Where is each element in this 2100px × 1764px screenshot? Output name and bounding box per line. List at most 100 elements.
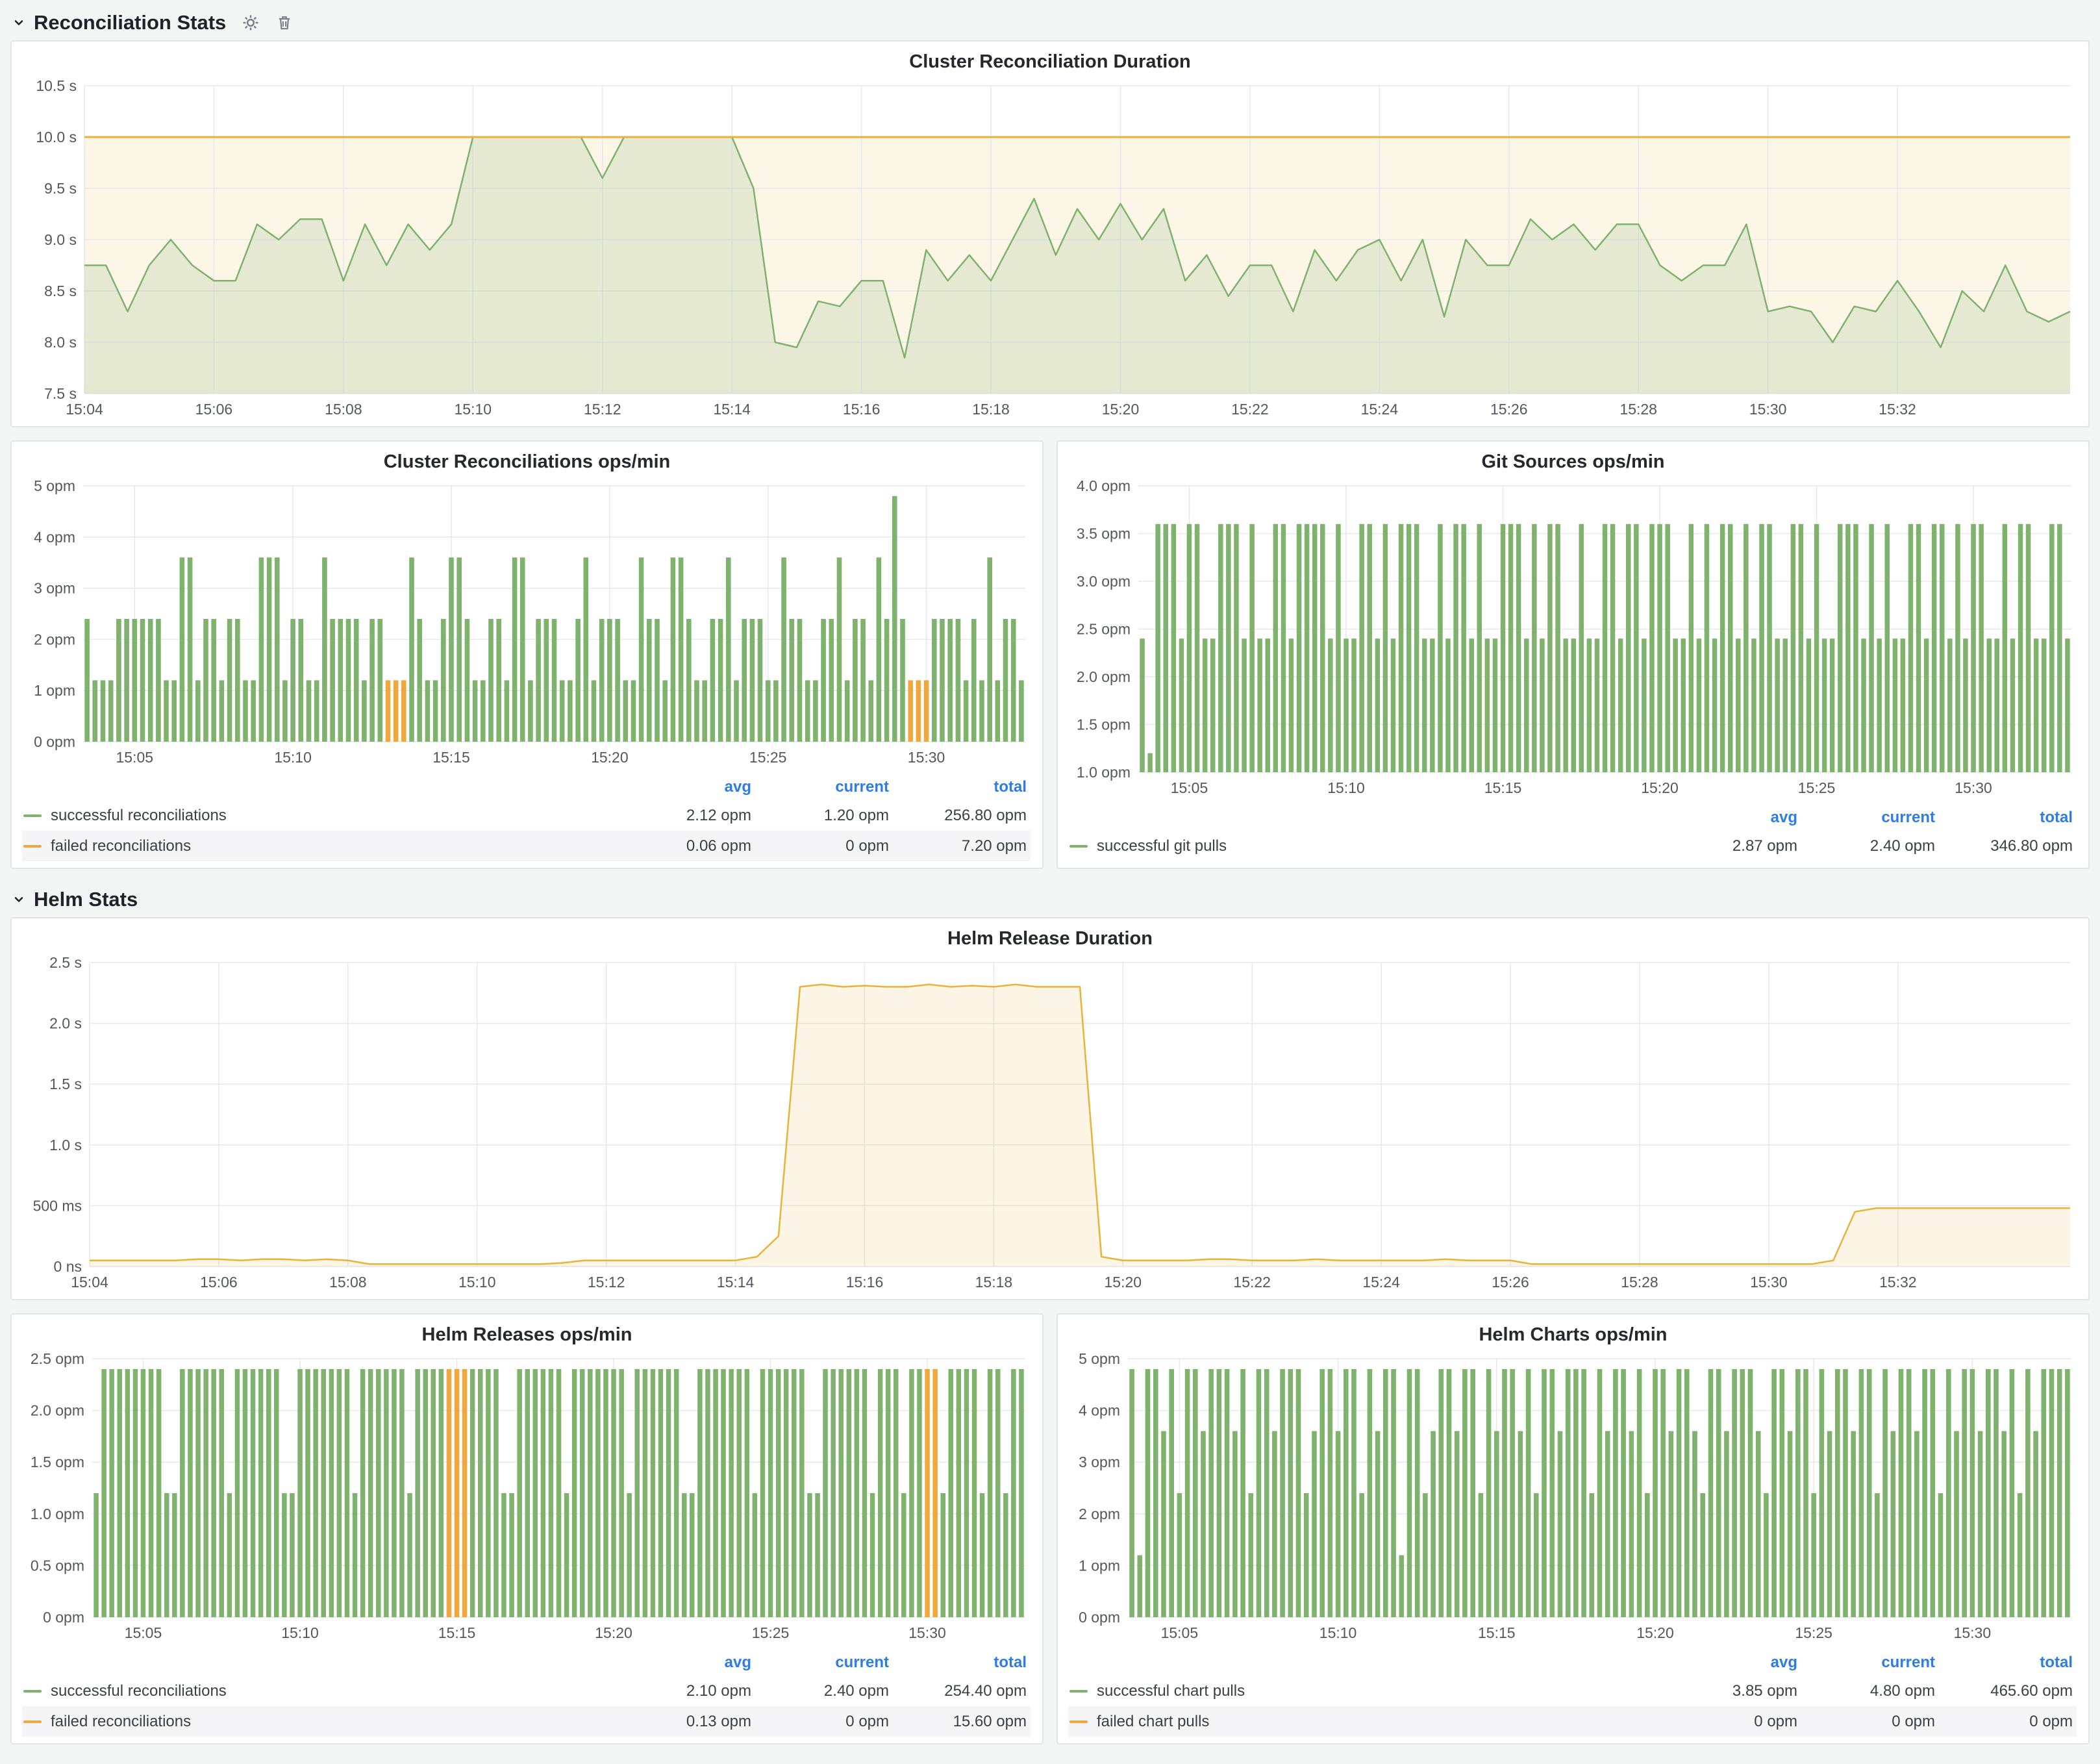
svg-text:3 opm: 3 opm xyxy=(1079,1454,1120,1470)
gear-icon[interactable] xyxy=(238,10,264,36)
series-color-dash xyxy=(23,1720,42,1723)
svg-text:1.5 s: 1.5 s xyxy=(49,1076,82,1092)
svg-text:10.5 s: 10.5 s xyxy=(36,77,77,94)
svg-text:15:05: 15:05 xyxy=(1171,779,1208,796)
svg-text:2.5 opm: 2.5 opm xyxy=(31,1350,84,1367)
trash-icon[interactable] xyxy=(271,10,297,36)
panel-cluster-reconciliations-ops: Cluster Reconciliations ops/min 5 opm4 o… xyxy=(10,440,1044,869)
svg-text:4.0 opm: 4.0 opm xyxy=(1077,477,1131,494)
svg-text:15:10: 15:10 xyxy=(281,1624,319,1641)
series-label[interactable]: successful git pulls xyxy=(1097,837,1227,855)
series-color-dash xyxy=(23,814,42,817)
legend-row: successful chart pulls3.85 opm4.80 opm46… xyxy=(1068,1676,2077,1706)
svg-text:1.0 opm: 1.0 opm xyxy=(1077,764,1131,781)
svg-text:15:05: 15:05 xyxy=(125,1624,162,1641)
legend-value: 15.60 opm xyxy=(892,1713,1029,1731)
chart-helm-release-duration[interactable]: 2.5 s2.0 s1.5 s1.0 s500 ms0 ns15:0415:06… xyxy=(19,953,2081,1295)
svg-text:1 opm: 1 opm xyxy=(1079,1557,1120,1574)
svg-text:15:10: 15:10 xyxy=(274,749,312,766)
panel-title-cluster-reconciliations-ops[interactable]: Cluster Reconciliations ops/min xyxy=(19,447,1034,477)
panel-title-helm-charts-ops[interactable]: Helm Charts ops/min xyxy=(1066,1320,2081,1350)
svg-text:2.5 s: 2.5 s xyxy=(49,954,82,971)
legend-sort-avg[interactable]: avg xyxy=(1662,1654,1800,1672)
svg-text:15:30: 15:30 xyxy=(1749,401,1787,418)
svg-text:15:22: 15:22 xyxy=(1233,1274,1271,1291)
legend-row: failed reconciliations0.06 opm0 opm7.20 … xyxy=(22,831,1031,861)
svg-text:5 opm: 5 opm xyxy=(34,477,75,494)
series-label[interactable]: successful reconciliations xyxy=(51,1682,227,1700)
svg-text:0 opm: 0 opm xyxy=(34,733,75,750)
legend-value: 0 opm xyxy=(1800,1713,1938,1731)
svg-text:9.5 s: 9.5 s xyxy=(44,180,77,197)
legend-value: 254.40 opm xyxy=(892,1682,1029,1700)
svg-text:15:26: 15:26 xyxy=(1490,401,1528,418)
legend-value: 0 opm xyxy=(754,1713,892,1731)
chart-helm-releases-ops[interactable]: 2.5 opm2.0 opm1.5 opm1.0 opm0.5 opm0 opm… xyxy=(19,1350,1034,1646)
panel-helm-charts-ops: Helm Charts ops/min 5 opm4 opm3 opm2 opm… xyxy=(1056,1313,2090,1745)
series-color-dash xyxy=(23,1690,42,1693)
svg-text:15:28: 15:28 xyxy=(1619,401,1657,418)
legend-sort-total[interactable]: total xyxy=(892,778,1029,796)
panel-title-git-sources-ops[interactable]: Git Sources ops/min xyxy=(1066,447,2081,477)
series-label[interactable]: failed reconciliations xyxy=(51,1713,191,1731)
chart-git-sources-ops[interactable]: 4.0 opm3.5 opm3.0 opm2.5 opm2.0 opm1.5 o… xyxy=(1066,477,2081,801)
legend-sort-avg[interactable]: avg xyxy=(616,1654,754,1672)
svg-text:15:25: 15:25 xyxy=(1798,779,1836,796)
legend-header-row: avgcurrenttotal xyxy=(1068,1650,2077,1676)
svg-text:15:30: 15:30 xyxy=(908,1624,946,1641)
chart-cluster-reconciliations-ops[interactable]: 5 opm4 opm3 opm2 opm1 opm0 opm15:0515:10… xyxy=(19,477,1034,770)
svg-text:15:20: 15:20 xyxy=(591,749,629,766)
legend-sort-total[interactable]: total xyxy=(892,1654,1029,1672)
chart-cluster-reconciliation-duration[interactable]: 10.5 s10.0 s9.5 s9.0 s8.5 s8.0 s7.5 s15:… xyxy=(19,77,2081,422)
svg-text:15:15: 15:15 xyxy=(432,749,470,766)
legend-row: successful reconciliations2.12 opm1.20 o… xyxy=(22,800,1031,831)
legend-helm-releases: avgcurrenttotal successful reconciliation… xyxy=(19,1646,1034,1739)
svg-text:15:10: 15:10 xyxy=(458,1274,496,1291)
svg-text:15:05: 15:05 xyxy=(1161,1624,1199,1641)
series-label[interactable]: successful chart pulls xyxy=(1097,1682,1245,1700)
legend-value: 4.80 opm xyxy=(1800,1682,1938,1700)
legend-header-row: avgcurrenttotal xyxy=(22,774,1031,800)
svg-text:2.0 opm: 2.0 opm xyxy=(1077,668,1131,685)
svg-text:0 opm: 0 opm xyxy=(43,1609,84,1626)
panel-title-helm-releases-ops[interactable]: Helm Releases ops/min xyxy=(19,1320,1034,1350)
legend-sort-current[interactable]: current xyxy=(1800,1654,1938,1672)
legend-sort-avg[interactable]: avg xyxy=(616,778,754,796)
legend-value: 0.06 opm xyxy=(616,837,754,855)
panel-cluster-reconciliation-duration: Cluster Reconciliation Duration 10.5 s10… xyxy=(10,40,2090,427)
panel-title-helm-release-duration[interactable]: Helm Release Duration xyxy=(19,924,2081,953)
svg-text:15:10: 15:10 xyxy=(455,401,492,418)
legend-sort-avg[interactable]: avg xyxy=(1662,809,1800,827)
svg-text:4 opm: 4 opm xyxy=(1079,1402,1120,1419)
legend-sort-total[interactable]: total xyxy=(1938,1654,2075,1672)
panel-title-cluster-reconciliation-duration[interactable]: Cluster Reconciliation Duration xyxy=(19,47,2081,77)
svg-text:15:10: 15:10 xyxy=(1327,779,1365,796)
svg-text:0 ns: 0 ns xyxy=(54,1258,82,1275)
chart-helm-charts-ops[interactable]: 5 opm4 opm3 opm2 opm1 opm0 opm15:0515:10… xyxy=(1066,1350,2081,1646)
svg-text:2 opm: 2 opm xyxy=(34,631,75,648)
legend-sort-current[interactable]: current xyxy=(754,778,892,796)
series-color-dash xyxy=(1069,1720,1088,1723)
svg-text:15:20: 15:20 xyxy=(595,1624,632,1641)
legend-row: failed reconciliations0.13 opm0 opm15.60… xyxy=(22,1706,1031,1737)
series-label[interactable]: failed chart pulls xyxy=(1097,1713,1209,1731)
svg-text:0 opm: 0 opm xyxy=(1079,1609,1120,1626)
legend-row: successful git pulls2.87 opm2.40 opm346.… xyxy=(1068,831,2077,861)
series-label[interactable]: successful reconciliations xyxy=(51,807,227,825)
svg-text:15:32: 15:32 xyxy=(1879,1274,1917,1291)
section-header-reconciliation-stats[interactable]: Reconciliation Stats xyxy=(10,5,2090,40)
svg-text:8.0 s: 8.0 s xyxy=(44,334,77,351)
svg-text:15:30: 15:30 xyxy=(1954,1624,1992,1641)
legend-sort-total[interactable]: total xyxy=(1938,809,2075,827)
legend-header-row: avgcurrenttotal xyxy=(22,1650,1031,1676)
legend-value: 465.60 opm xyxy=(1938,1682,2075,1700)
legend-sort-current[interactable]: current xyxy=(754,1654,892,1672)
section-header-helm-stats[interactable]: Helm Stats xyxy=(10,882,2090,917)
panel-helm-release-duration: Helm Release Duration 2.5 s2.0 s1.5 s1.0… xyxy=(10,917,2090,1300)
svg-text:15:24: 15:24 xyxy=(1362,1274,1400,1291)
legend-sort-current[interactable]: current xyxy=(1800,809,1938,827)
legend-git-sources: avgcurrenttotal successful git pulls2.87 … xyxy=(1066,801,2081,864)
panel-helm-releases-ops: Helm Releases ops/min 2.5 opm2.0 opm1.5 … xyxy=(10,1313,1044,1745)
series-label[interactable]: failed reconciliations xyxy=(51,837,191,855)
svg-text:15:25: 15:25 xyxy=(1795,1624,1832,1641)
